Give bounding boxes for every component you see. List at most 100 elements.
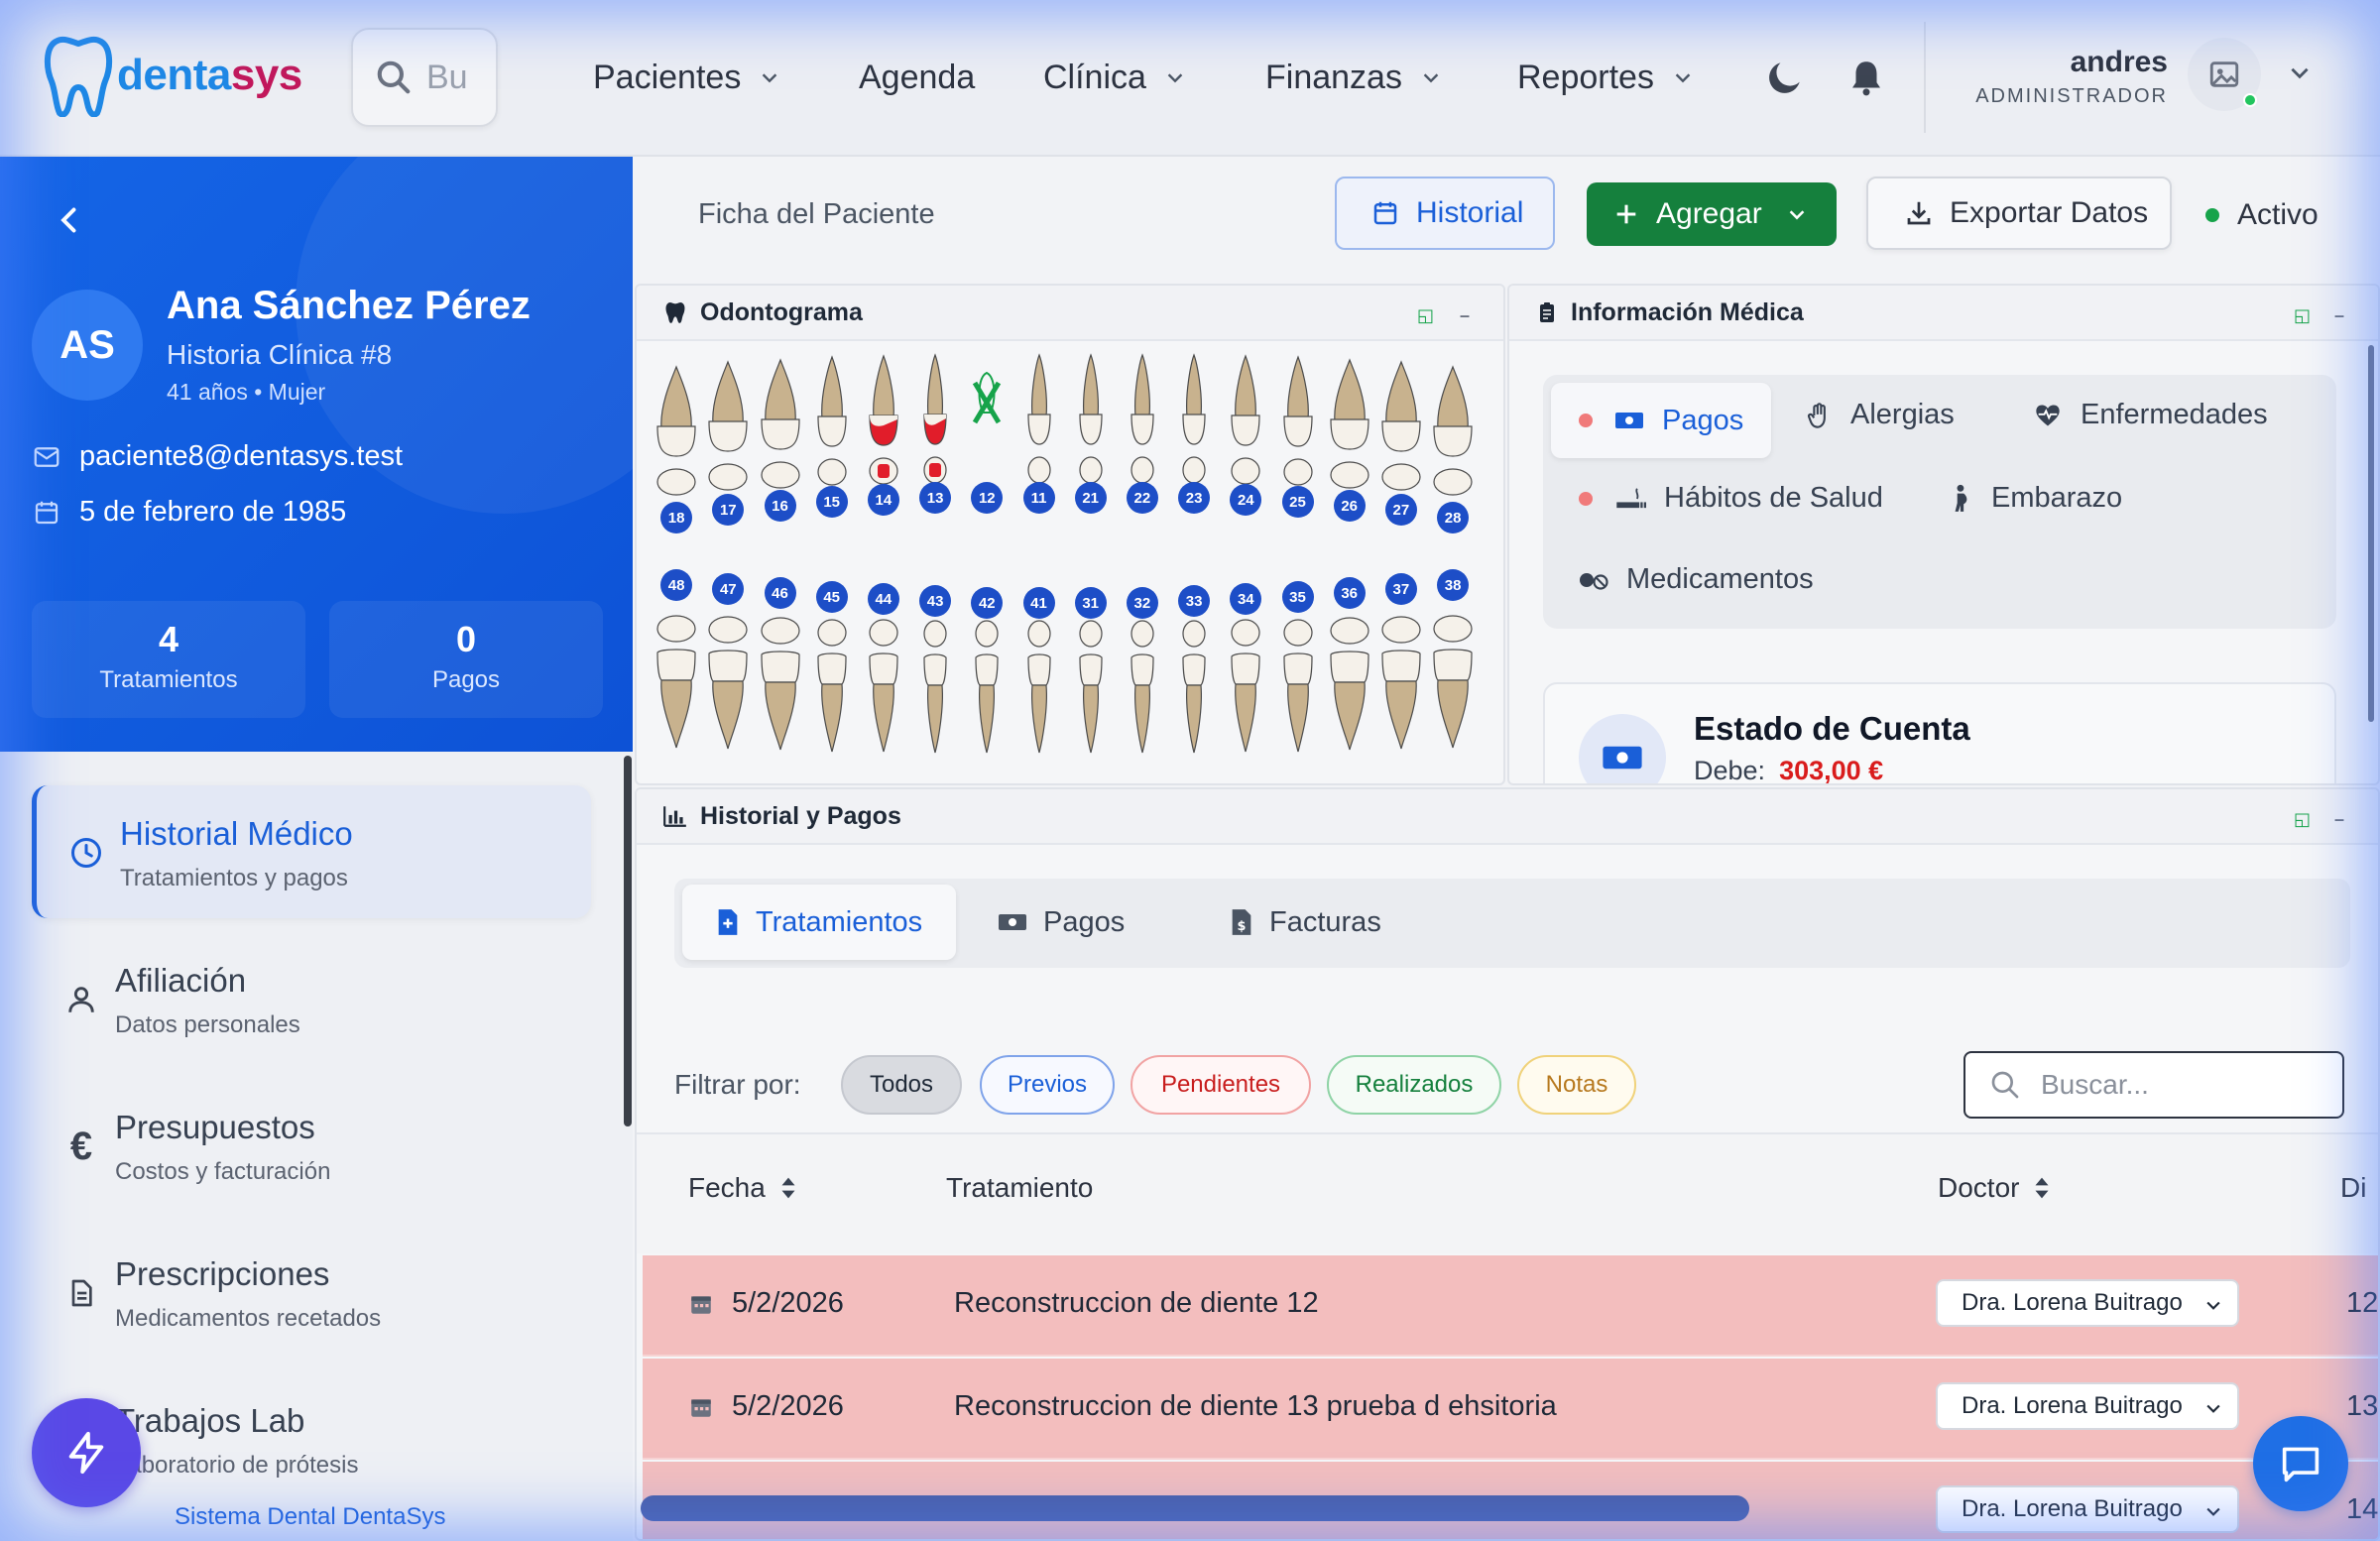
- tooth-number-badge[interactable]: 26: [1333, 490, 1366, 522]
- doctor-select[interactable]: Dra. Lorena Buitrago: [1936, 1382, 2239, 1430]
- tooth-number-badge[interactable]: 21: [1074, 482, 1107, 514]
- tooth-17[interactable]: [706, 360, 750, 509]
- tab-alergias[interactable]: Alergias: [1805, 399, 1955, 431]
- brand-logo[interactable]: dentasys: [44, 34, 302, 117]
- column-diente[interactable]: Di: [2340, 1172, 2366, 1204]
- tab-habitos-salud[interactable]: Hábitos de Salud: [1579, 482, 1883, 515]
- tooth-number-badge[interactable]: 18: [660, 502, 693, 533]
- table-row[interactable]: 5/2/2026 Reconstruccion de diente 13 pru…: [643, 1359, 2378, 1460]
- tooth-23[interactable]: [1172, 353, 1216, 502]
- info-scrollbar[interactable]: [2368, 345, 2374, 722]
- column-tratamiento[interactable]: Tratamiento: [946, 1172, 1093, 1204]
- tooth-43[interactable]: [913, 610, 957, 759]
- tooth-number-badge[interactable]: 27: [1384, 494, 1417, 526]
- tooth-number-badge[interactable]: 12: [971, 482, 1004, 514]
- tooth-18[interactable]: [654, 365, 698, 514]
- filter-pendientes[interactable]: Pendientes: [1130, 1055, 1311, 1115]
- tooth-number-badge[interactable]: 17: [712, 494, 745, 526]
- filter-realizados[interactable]: Realizados: [1327, 1055, 1501, 1115]
- chat-button[interactable]: [2253, 1416, 2348, 1511]
- tooth-35[interactable]: [1276, 609, 1320, 758]
- filter-notas[interactable]: Notas: [1517, 1055, 1636, 1115]
- tooth-number-badge[interactable]: 38: [1437, 569, 1470, 601]
- tooth-46[interactable]: [759, 607, 802, 756]
- tooth-36[interactable]: [1328, 607, 1371, 756]
- treatments-search-input[interactable]: Buscar...: [1964, 1051, 2344, 1119]
- global-search[interactable]: Bu: [351, 28, 498, 127]
- tooth-42[interactable]: [965, 610, 1009, 759]
- tooth-16[interactable]: [759, 358, 802, 507]
- panel-expand-icon[interactable]: ◱: [2294, 809, 2311, 830]
- tooth-27[interactable]: [1379, 360, 1423, 509]
- tab-pagos[interactable]: Pagos: [1551, 383, 1771, 458]
- tooth-34[interactable]: [1224, 609, 1267, 758]
- tab-tratamientos[interactable]: Tratamientos: [682, 885, 957, 960]
- tooth-44[interactable]: [862, 609, 905, 758]
- tooth-number-badge[interactable]: 23: [1178, 482, 1211, 514]
- tooth-24[interactable]: [1224, 354, 1267, 503]
- tooth-28[interactable]: [1431, 365, 1475, 514]
- tooth-32[interactable]: [1121, 610, 1164, 759]
- tooth-48[interactable]: [654, 605, 698, 754]
- tooth-26[interactable]: [1328, 358, 1371, 507]
- tooth-number-badge[interactable]: 24: [1230, 484, 1262, 516]
- sidebar-item-prescripciones[interactable]: Prescripciones Medicamentos recetados: [32, 1226, 591, 1359]
- dark-mode-toggle[interactable]: [1757, 50, 1813, 105]
- filter-previos[interactable]: Previos: [980, 1055, 1115, 1115]
- tab-pagos-historial[interactable]: Pagos: [964, 885, 1158, 960]
- tooth-22[interactable]: [1121, 353, 1164, 502]
- patient-email[interactable]: paciente8@dentasys.test: [32, 440, 403, 473]
- sidebar-item-afiliacion[interactable]: Afiliación Datos personales: [32, 932, 591, 1065]
- tooth-number-badge[interactable]: 15: [815, 486, 848, 518]
- column-fecha[interactable]: Fecha: [688, 1172, 797, 1204]
- nav-clinica[interactable]: Clínica: [1043, 40, 1186, 115]
- historial-button[interactable]: Historial: [1335, 177, 1555, 250]
- nav-reportes[interactable]: Reportes: [1517, 40, 1694, 115]
- tooth-number-badge[interactable]: 48: [660, 569, 693, 601]
- tooth-15[interactable]: [810, 355, 854, 504]
- tooth-number-badge[interactable]: 28: [1437, 502, 1470, 533]
- doctor-select[interactable]: Dra. Lorena Buitrago: [1936, 1279, 2239, 1327]
- quick-actions-button[interactable]: [32, 1398, 141, 1507]
- tooth-number-badge[interactable]: 47: [712, 573, 745, 605]
- panel-minimize-icon[interactable]: –: [2334, 809, 2344, 830]
- table-horizontal-scrollbar[interactable]: [641, 1495, 1749, 1521]
- sidebar-scrollbar[interactable]: [624, 756, 632, 1126]
- tooth-45[interactable]: [810, 609, 854, 758]
- nav-pacientes[interactable]: Pacientes: [593, 40, 780, 115]
- tooth-number-badge[interactable]: 36: [1333, 577, 1366, 609]
- tab-facturas[interactable]: $ Facturas: [1196, 885, 1415, 960]
- filter-todos[interactable]: Todos: [841, 1055, 962, 1115]
- exportar-datos-button[interactable]: Exportar Datos: [1866, 177, 2172, 250]
- tooth-37[interactable]: [1379, 606, 1423, 755]
- tooth-number-badge[interactable]: 46: [764, 577, 796, 609]
- doctor-select[interactable]: Dra. Lorena Buitrago: [1936, 1485, 2239, 1533]
- tooth-11[interactable]: [1017, 353, 1061, 502]
- chevron-down-icon[interactable]: [2287, 59, 2313, 85]
- tooth-38[interactable]: [1431, 605, 1475, 754]
- tooth-number-badge[interactable]: 11: [1022, 482, 1055, 514]
- tooth-21[interactable]: [1069, 353, 1113, 502]
- column-doctor[interactable]: Doctor: [1938, 1172, 2051, 1204]
- back-arrow-icon[interactable]: [52, 202, 87, 238]
- tooth-12[interactable]: [965, 353, 1009, 502]
- nav-finanzas[interactable]: Finanzas: [1265, 40, 1442, 115]
- sidebar-item-historial-medico[interactable]: Historial Médico Tratamientos y pagos: [32, 785, 591, 918]
- notifications-button[interactable]: [1839, 50, 1894, 105]
- nav-agenda[interactable]: Agenda: [859, 40, 975, 115]
- tooth-number-badge[interactable]: 13: [919, 482, 952, 514]
- tooth-number-badge[interactable]: 25: [1281, 486, 1314, 518]
- agregar-button[interactable]: Agregar: [1587, 182, 1837, 246]
- tooth-47[interactable]: [706, 606, 750, 755]
- tab-medicamentos[interactable]: Medicamentos: [1579, 563, 1814, 596]
- tab-embarazo[interactable]: Embarazo: [1950, 482, 2122, 515]
- tab-enfermedades[interactable]: Enfermedades: [2033, 399, 2268, 431]
- tooth-number-badge[interactable]: 22: [1126, 482, 1158, 514]
- tooth-13[interactable]: [913, 353, 957, 502]
- tooth-33[interactable]: [1172, 610, 1216, 759]
- panel-expand-icon[interactable]: ◱: [1417, 305, 1434, 326]
- tooth-14[interactable]: [862, 354, 905, 503]
- tooth-number-badge[interactable]: 14: [867, 484, 899, 516]
- tooth-number-badge[interactable]: 16: [764, 490, 796, 522]
- panel-minimize-icon[interactable]: –: [2334, 305, 2344, 326]
